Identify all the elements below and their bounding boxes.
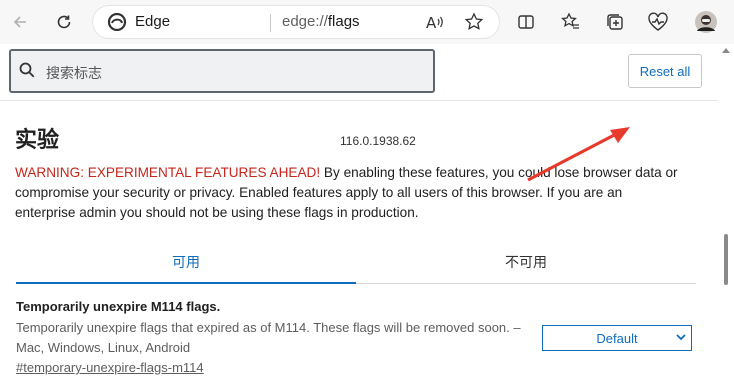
browser-toolbar: Edge edge://flags A [0,0,734,44]
svg-text:A: A [426,14,437,32]
flags-header: 搜索标志 Reset all [0,44,718,101]
search-icon [19,62,35,78]
browser-essentials-icon [648,12,668,31]
flags-page: 搜索标志 Reset all 实验 116.0.1938.62 WARNING:… [0,44,734,383]
annotation-arrow-icon [527,127,630,182]
address-separator [270,14,271,32]
tab-available[interactable]: 可用 [16,240,356,284]
search-placeholder: 搜索标志 [46,66,102,82]
flag-state-value: Default [596,330,638,346]
profile-button[interactable] [690,6,722,38]
favorites-button[interactable] [555,6,587,38]
page-title: 实验 [15,128,60,153]
warning-heading: WARNING: EXPERIMENTAL FEATURES AHEAD! [15,165,321,180]
scroll-up-arrow-icon[interactable] [722,48,730,53]
url-text[interactable]: edge://flags [282,13,360,30]
reset-all-button[interactable]: Reset all [628,54,702,88]
tab-divider [356,283,696,284]
refresh-button[interactable] [48,6,80,38]
collections-button[interactable] [599,6,631,38]
read-aloud-icon[interactable]: A [424,11,446,33]
profile-avatar [695,11,717,33]
browser-essentials-button[interactable] [642,6,674,38]
favorite-star-icon[interactable] [463,11,485,33]
search-flags-input[interactable]: 搜索标志 [9,49,435,93]
url-path: flags [327,13,360,30]
collections-icon [607,14,623,30]
flag-title: Temporarily unexpire M114 flags. [16,299,221,314]
favorites-list-icon [561,12,579,29]
chevron-down-icon [676,334,686,341]
version-number: 116.0.1938.62 [340,134,416,148]
back-button[interactable] [4,6,36,38]
flag-tabs: 可用 不可用 [16,240,696,284]
back-arrow-icon [13,16,26,28]
address-bar[interactable]: Edge edge://flags A [92,5,500,39]
active-tab-indicator [16,282,356,284]
scrollbar-thumb[interactable] [724,234,728,285]
flag-anchor-link[interactable]: #temporary-unexpire-flags-m114 [16,360,204,375]
edge-logo-icon [108,13,126,31]
url-prefix: edge:// [282,13,328,30]
flag-description: Temporarily unexpire flags that expired … [16,320,521,355]
refresh-icon [57,15,71,29]
tab-unavailable[interactable]: 不可用 [356,240,696,284]
split-screen-icon [518,15,534,29]
vertical-scrollbar[interactable] [718,44,734,383]
site-identity-label: Edge [135,13,171,30]
split-screen-button[interactable] [510,6,542,38]
flag-state-select[interactable]: Default [542,325,692,351]
